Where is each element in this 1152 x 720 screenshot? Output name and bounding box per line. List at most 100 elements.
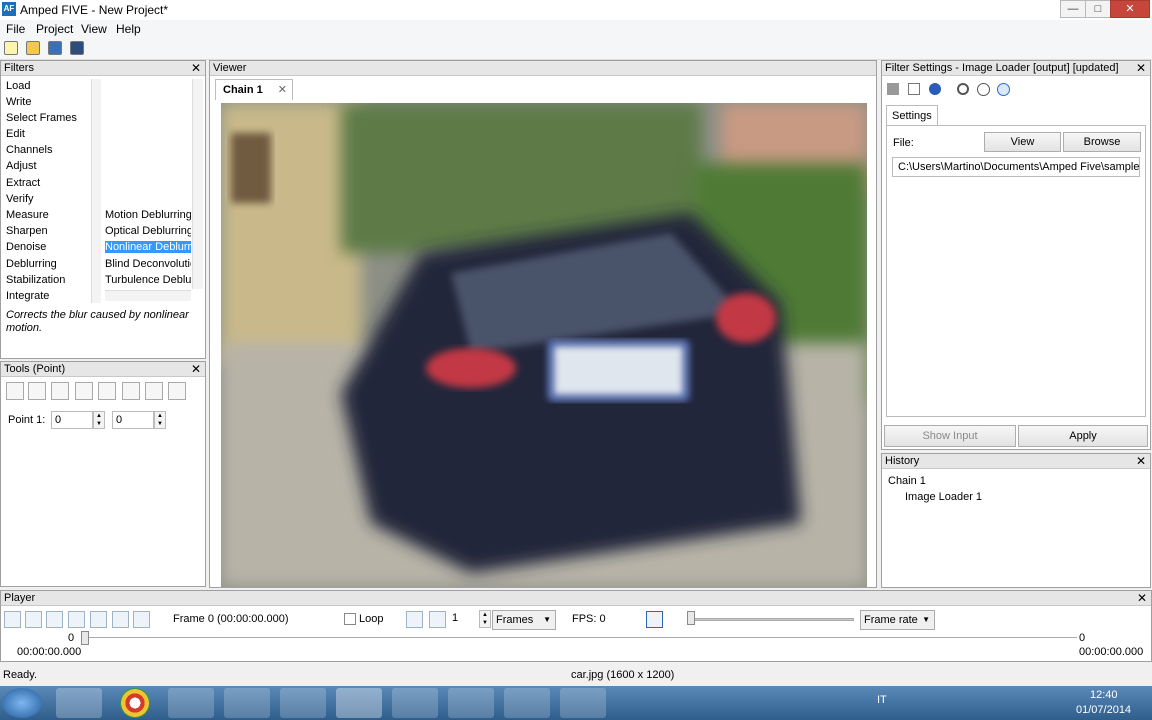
point-y-input[interactable]: 0 (112, 411, 154, 429)
filter-category[interactable]: Extract (6, 177, 40, 189)
new-project-icon[interactable] (4, 41, 18, 55)
file-manager-icon[interactable] (56, 688, 102, 718)
filter-category[interactable]: Denoise (6, 241, 46, 253)
sync-icon[interactable] (646, 611, 663, 628)
menu-file[interactable]: File (6, 22, 25, 36)
history-item[interactable]: Chain 1 (888, 475, 926, 487)
menu-project[interactable]: Project (36, 22, 73, 36)
crosshair-tool-icon[interactable] (168, 382, 186, 400)
filter-category[interactable]: Write (6, 96, 31, 108)
filter-category[interactable]: Integrate (6, 290, 49, 302)
subfilter-item-selected[interactable]: Nonlinear Deblurring (105, 241, 191, 253)
frame-unit-select[interactable]: Frames ▼ (492, 610, 556, 630)
point-x-stepper[interactable]: ▲ ▼ (93, 411, 105, 429)
frame-rate-select[interactable]: Frame rate ▼ (860, 610, 935, 630)
export-icon[interactable] (70, 41, 84, 55)
next-frame-icon[interactable] (429, 611, 446, 628)
loop-range-icon[interactable] (112, 611, 129, 628)
save-icon[interactable] (48, 41, 62, 55)
viewer-image-canvas[interactable] (221, 103, 867, 587)
filter-category[interactable]: Stabilization (6, 274, 65, 286)
file-path-field[interactable]: C:\Users\Martino\Documents\Amped Five\sa… (892, 157, 1140, 177)
clock-time[interactable]: 12:40 (1090, 689, 1118, 701)
subfilter-item[interactable]: Blind Deconvolution (105, 258, 191, 270)
point-tool-icon[interactable] (145, 382, 163, 400)
close-icon[interactable]: ✕ (191, 61, 201, 75)
clock-date[interactable]: 01/07/2014 (1076, 704, 1131, 716)
zoom-tool-icon[interactable] (28, 382, 46, 400)
frame-step-input[interactable]: 1 (449, 610, 479, 628)
filter-category[interactable]: Adjust (6, 160, 37, 172)
close-icon[interactable]: ✕ (278, 80, 287, 100)
browse-button[interactable]: Browse (1063, 132, 1141, 152)
camtasia-recorder-icon[interactable] (560, 688, 606, 718)
pan-tool-icon[interactable] (75, 382, 93, 400)
history-item[interactable]: Image Loader 1 (905, 491, 982, 503)
point-y-stepper[interactable]: ▲ ▼ (154, 411, 166, 429)
subfilter-item[interactable]: Turbulence Deblurring (105, 274, 191, 286)
chrome-icon[interactable] (120, 688, 150, 718)
rect-select-icon[interactable] (98, 382, 116, 400)
rate-slider-track[interactable] (689, 618, 854, 621)
filter-category[interactable]: Sharpen (6, 225, 48, 237)
filter-category[interactable]: Channels (6, 144, 52, 156)
stop-icon[interactable] (887, 83, 899, 95)
pointer-tool-icon[interactable] (6, 382, 24, 400)
show-input-button[interactable]: Show Input (884, 425, 1016, 447)
back-icon[interactable] (977, 83, 990, 96)
maximize-button[interactable]: □ (1085, 0, 1111, 18)
menu-view[interactable]: View (81, 22, 107, 36)
play-icon[interactable] (4, 611, 21, 628)
timeline-thumb[interactable] (81, 631, 89, 645)
filter-category[interactable]: Measure (6, 209, 49, 221)
clover-app-icon[interactable] (168, 688, 214, 718)
filter-category[interactable]: Verify (6, 193, 34, 205)
subfilter-item[interactable]: Optical Deblurring (105, 225, 191, 237)
line-tool-icon[interactable] (122, 382, 140, 400)
close-icon[interactable]: ✕ (1136, 454, 1146, 468)
view-button[interactable]: View (984, 132, 1061, 152)
filter-category[interactable]: Load (6, 80, 30, 92)
close-icon[interactable]: ✕ (1136, 61, 1146, 75)
first-frame-icon[interactable] (46, 611, 63, 628)
filter-category[interactable]: Edit (6, 128, 25, 140)
sublime-text-icon[interactable] (224, 688, 270, 718)
amped-five-active-icon[interactable] (336, 688, 382, 718)
apply-button[interactable]: Apply (1018, 425, 1148, 447)
copy-icon[interactable] (908, 83, 920, 95)
close-icon[interactable]: ✕ (1137, 591, 1147, 605)
minimize-button[interactable]: — (1060, 0, 1086, 18)
rate-slider-thumb[interactable] (687, 611, 695, 625)
menu-help[interactable]: Help (116, 22, 141, 36)
filter-icon[interactable] (133, 611, 150, 628)
subfilter-scrollbar[interactable] (192, 79, 203, 289)
category-scrollbar[interactable] (91, 79, 101, 303)
filter-category[interactable]: Deblurring (6, 258, 57, 270)
tab-chain-1[interactable]: Chain 1 ✕ (215, 79, 293, 100)
close-window-button[interactable]: ✕ (1110, 0, 1150, 18)
point-x-input[interactable]: 0 (51, 411, 93, 429)
last-frame-icon[interactable] (68, 611, 85, 628)
pdf-icon[interactable] (448, 688, 494, 718)
filter-category[interactable]: Select Frames (6, 112, 77, 124)
loop-checkbox[interactable] (344, 613, 356, 625)
camtasia-icon[interactable] (504, 688, 550, 718)
tray-icons[interactable] (895, 696, 1065, 708)
subfilter-hscrollbar[interactable] (105, 290, 191, 301)
help-icon[interactable] (929, 83, 941, 95)
prev-frame-icon[interactable] (406, 611, 423, 628)
frame-step-stepper[interactable]: ▲ ▼ (479, 610, 491, 628)
close-icon[interactable]: ✕ (191, 362, 201, 376)
amped-five-icon[interactable] (280, 688, 326, 718)
tab-settings[interactable]: Settings (886, 105, 938, 126)
stop-icon[interactable] (25, 611, 42, 628)
start-button[interactable] (2, 688, 42, 718)
image-tool-icon[interactable] (51, 382, 69, 400)
amped-n-icon[interactable] (392, 688, 438, 718)
subfilter-item[interactable]: Motion Deblurring (105, 209, 191, 221)
language-indicator[interactable]: IT (877, 694, 887, 706)
timeline-track[interactable] (83, 637, 1077, 640)
forward-icon[interactable] (997, 83, 1010, 96)
step-icon[interactable] (90, 611, 107, 628)
open-icon[interactable] (26, 41, 40, 55)
